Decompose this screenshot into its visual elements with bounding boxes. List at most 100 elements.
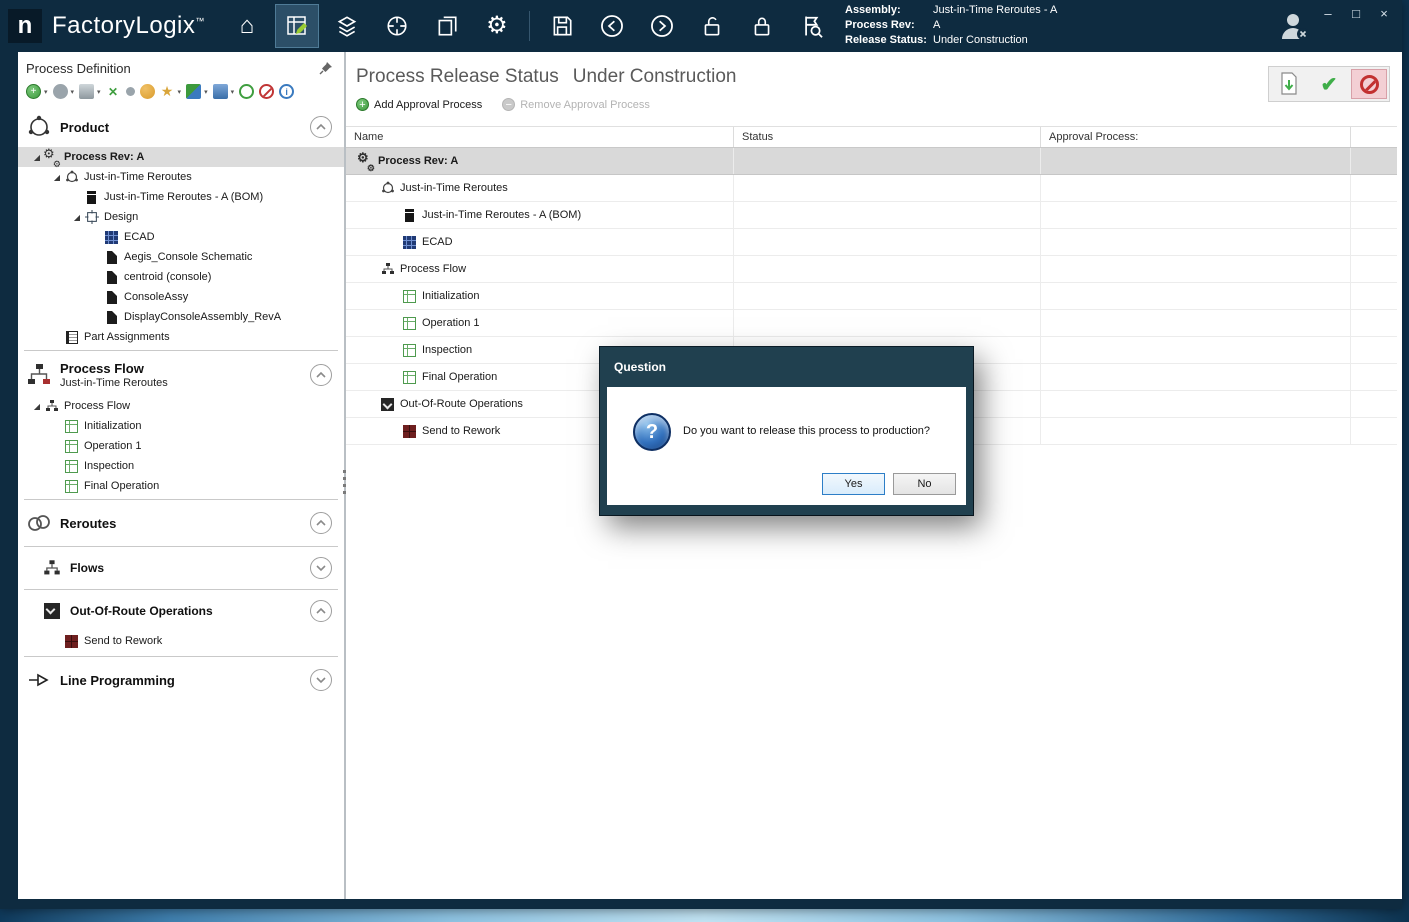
tree-item-ecad[interactable]: ECAD — [18, 227, 344, 247]
caret-down-icon[interactable]: ▾ — [97, 88, 101, 96]
assembly-label: Assembly: — [845, 3, 933, 18]
tree-item-displayconsole[interactable]: DisplayConsoleAssembly_RevA — [18, 307, 344, 327]
section-divider — [24, 589, 338, 590]
approve-release-button[interactable]: ✔ — [1311, 69, 1347, 99]
layers-button[interactable] — [325, 4, 369, 48]
settings-button[interactable]: ⚙ — [475, 4, 519, 48]
export-button[interactable] — [186, 84, 201, 99]
table-row[interactable]: Just-in-Time Reroutes - A (BOM) — [346, 202, 1397, 229]
expand-flows-button[interactable] — [310, 557, 332, 579]
collapse-process-flow-button[interactable] — [310, 364, 332, 386]
tree-item-part-assignments[interactable]: Part Assignments — [18, 327, 344, 347]
compare-button[interactable]: ✕ — [106, 84, 121, 99]
section-process-flow[interactable]: Process Flow Just-in-Time Reroutes — [18, 354, 344, 396]
column-header-name[interactable]: Name — [346, 127, 734, 147]
tree-item-initialization[interactable]: Initialization — [18, 416, 344, 436]
key-icon[interactable] — [126, 87, 135, 96]
table-row[interactable]: Process Rev: A — [346, 148, 1397, 175]
no-button[interactable]: No — [893, 473, 956, 495]
collapse-out-of-route-button[interactable] — [310, 600, 332, 622]
section-flows[interactable]: Flows — [18, 550, 344, 586]
release-document-button[interactable] — [1271, 69, 1307, 99]
add-button[interactable]: + — [26, 84, 41, 99]
expander-open-icon[interactable]: ◢ — [30, 153, 44, 162]
collapse-product-button[interactable] — [310, 116, 332, 138]
tree-item-label: Send to Rework — [84, 635, 162, 647]
process-rev-value: A — [933, 18, 940, 33]
ecad-icon — [402, 235, 417, 250]
tree-item-centroid[interactable]: centroid (console) — [18, 267, 344, 287]
web-button[interactable] — [239, 84, 254, 99]
tree-item-assembly[interactable]: ◢ Just-in-Time Reroutes — [18, 167, 344, 187]
caret-down-icon[interactable]: ▾ — [178, 88, 182, 96]
collapse-reroutes-button[interactable] — [310, 512, 332, 534]
caret-down-icon[interactable]: ▾ — [44, 88, 48, 96]
caret-down-icon[interactable]: ▾ — [71, 88, 75, 96]
tree-item-process-rev[interactable]: ◢ Process Rev: A — [18, 147, 344, 167]
lock-icon — [750, 14, 774, 38]
page-title: Process Release StatusUnder Construction — [356, 66, 1402, 88]
expander-open-icon[interactable]: ◢ — [30, 402, 44, 411]
tree-item-design[interactable]: ◢ Design — [18, 207, 344, 227]
table-row[interactable]: Initialization — [346, 283, 1397, 310]
add-approval-process-button[interactable]: + Add Approval Process — [356, 98, 482, 111]
expander-open-icon[interactable]: ◢ — [50, 173, 64, 182]
column-header-approval[interactable]: Approval Process: — [1041, 127, 1351, 147]
user-account-button[interactable] — [1278, 10, 1310, 42]
reject-release-button[interactable] — [1351, 69, 1387, 99]
maximize-button[interactable]: □ — [1344, 2, 1368, 24]
left-rail — [0, 52, 18, 899]
tree-item-process-flow[interactable]: ◢ Process Flow — [18, 396, 344, 416]
info-button[interactable]: i — [279, 84, 294, 99]
table-row[interactable]: ECAD — [346, 229, 1397, 256]
tree-item-label: Design — [104, 211, 138, 223]
back-button[interactable] — [590, 4, 634, 48]
package-button[interactable] — [213, 84, 228, 99]
print-button[interactable] — [79, 84, 94, 99]
audit-search-button[interactable] — [790, 4, 834, 48]
unlock-button[interactable] — [690, 4, 734, 48]
dialog-title-bar[interactable]: Question — [600, 347, 973, 387]
lock-button[interactable] — [740, 4, 784, 48]
caret-down-icon[interactable]: ▾ — [204, 88, 208, 96]
forward-button[interactable] — [640, 4, 684, 48]
tree-item-send-to-rework[interactable]: Send to Rework — [18, 629, 344, 653]
tree-item-inspection[interactable]: Inspection — [18, 456, 344, 476]
tree-item-operation-1[interactable]: Operation 1 — [18, 436, 344, 456]
app-logo: n — [8, 9, 42, 43]
tree-item-label: Process Rev: A — [64, 151, 144, 163]
table-row[interactable]: Operation 1 — [346, 310, 1397, 337]
documents-button[interactable] — [425, 4, 469, 48]
favorites-button[interactable]: ★ — [160, 84, 175, 99]
block-button[interactable] — [259, 84, 274, 99]
user-assign-button[interactable] — [140, 84, 155, 99]
save-button[interactable] — [540, 4, 584, 48]
expand-line-programming-button[interactable] — [310, 669, 332, 691]
row-name: Process Rev: A — [378, 155, 458, 167]
caret-down-icon[interactable]: ▾ — [231, 88, 235, 96]
window-controls: – □ × — [1316, 2, 1396, 24]
layers-icon — [335, 14, 359, 38]
process-editor-button[interactable] — [275, 4, 319, 48]
tree-item-schematic[interactable]: Aegis_Console Schematic — [18, 247, 344, 267]
yes-button[interactable]: Yes — [822, 473, 885, 495]
pin-button[interactable] — [318, 60, 334, 76]
section-line-programming[interactable]: Line Programming — [18, 660, 344, 700]
minimize-button[interactable]: – — [1316, 2, 1340, 24]
link-button[interactable] — [53, 84, 68, 99]
assembly-icon — [380, 181, 395, 196]
tree-item-consoleassy[interactable]: ConsoleAssy — [18, 287, 344, 307]
tree-item-bom[interactable]: Just-in-Time Reroutes - A (BOM) — [18, 187, 344, 207]
table-row[interactable]: Process Flow — [346, 256, 1397, 283]
section-product[interactable]: Product — [18, 107, 344, 147]
section-reroutes[interactable]: Reroutes — [18, 503, 344, 543]
navigator-button[interactable] — [375, 4, 419, 48]
table-row[interactable]: Just-in-Time Reroutes — [346, 175, 1397, 202]
close-button[interactable]: × — [1372, 2, 1396, 24]
question-icon: ? — [633, 413, 671, 451]
tree-item-final-operation[interactable]: Final Operation — [18, 476, 344, 496]
home-button[interactable]: ⌂ — [225, 4, 269, 48]
expander-open-icon[interactable]: ◢ — [70, 213, 84, 222]
section-out-of-route[interactable]: Out-Of-Route Operations — [18, 593, 344, 629]
column-header-status[interactable]: Status — [734, 127, 1041, 147]
